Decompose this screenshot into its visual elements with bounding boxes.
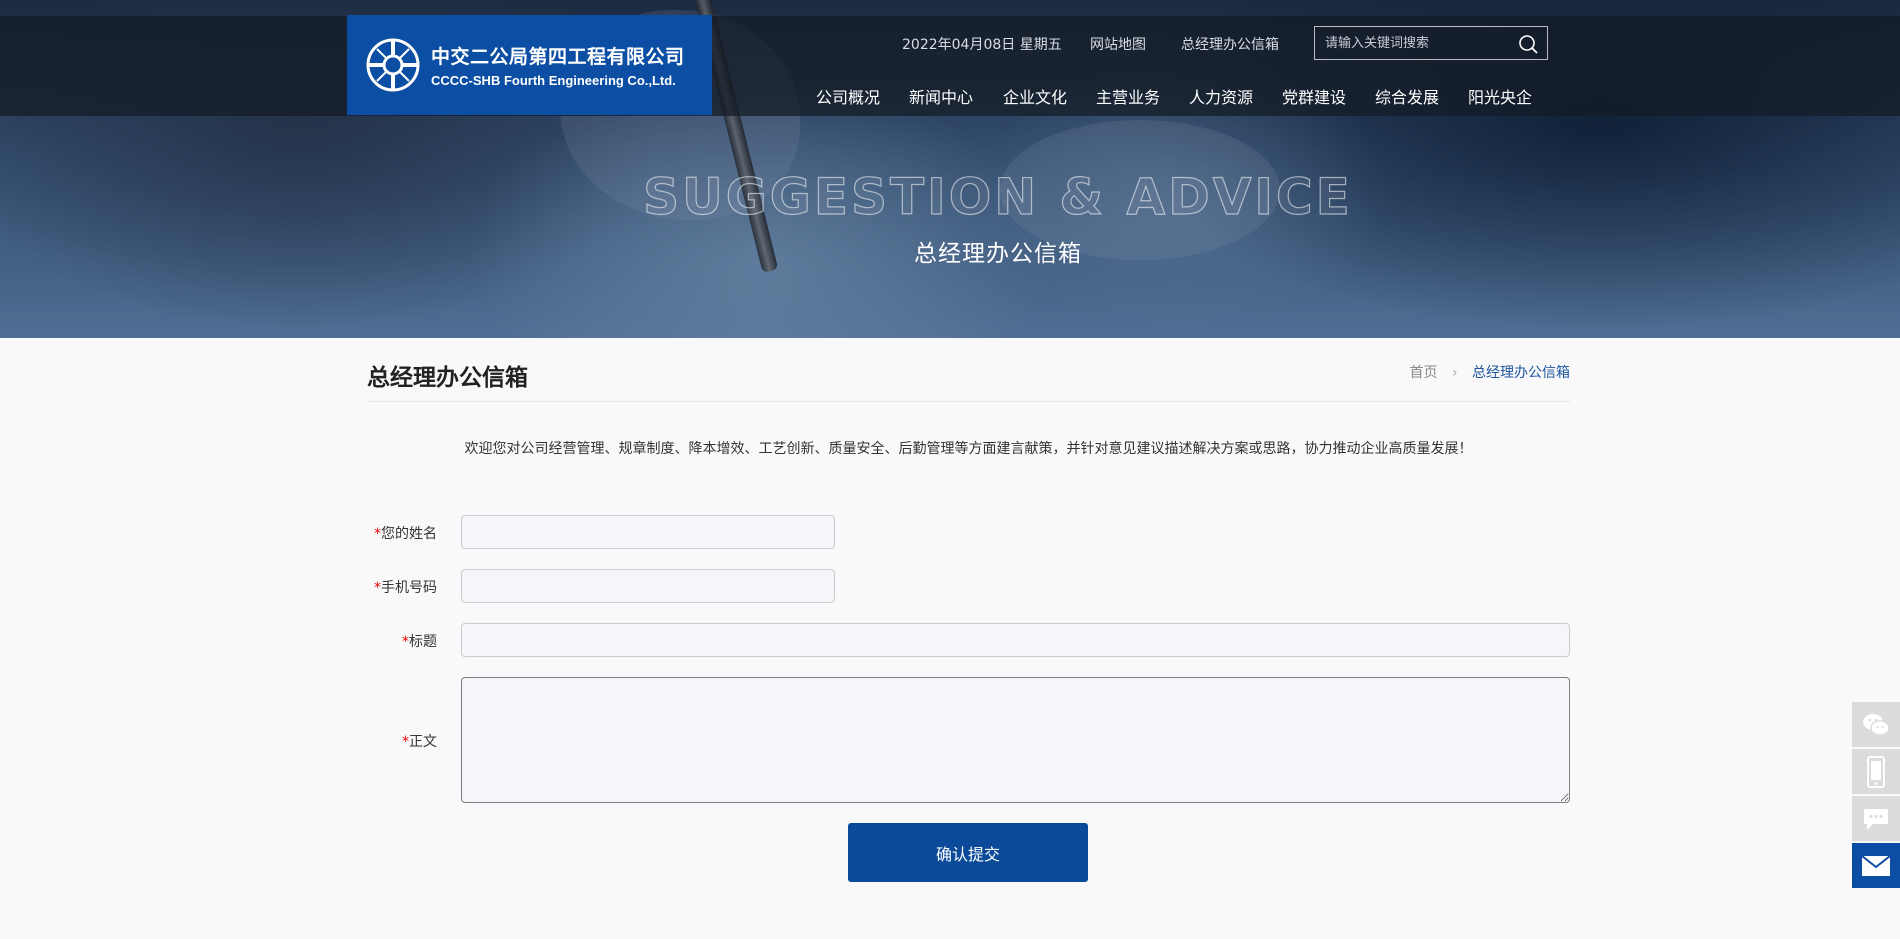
side-float-bar	[1852, 702, 1900, 890]
message-icon	[1864, 808, 1888, 830]
side-mail-button[interactable]	[1852, 843, 1900, 888]
body-textarea[interactable]	[461, 677, 1570, 803]
page-title: 总经理办公信箱	[367, 365, 528, 391]
search-icon[interactable]	[1517, 33, 1539, 55]
subject-label: *标题	[402, 634, 437, 650]
nav-item-main-business[interactable]: 主营业务	[1096, 84, 1160, 108]
banner-title-cn: 总经理办公信箱	[914, 241, 1082, 267]
name-field[interactable]	[461, 515, 835, 549]
phone-label: *手机号码	[374, 580, 437, 596]
nav-item-news-center[interactable]: 新闻中心	[909, 84, 973, 108]
side-mobile-button[interactable]	[1852, 749, 1900, 794]
breadcrumb-current: 总经理办公信箱	[1472, 365, 1570, 381]
subject-field[interactable]	[461, 623, 1570, 657]
body-label: *正文	[402, 734, 437, 750]
breadcrumb-chevron-icon: ›	[1451, 365, 1458, 381]
mobile-icon	[1867, 755, 1885, 788]
page-header: 总经理办公信箱 首页 › 总经理办公信箱	[367, 350, 1570, 402]
intro-text: 欢迎您对公司经营管理、规章制度、降本增效、工艺创新、质量安全、后勤管理等方面建言…	[464, 441, 1473, 457]
nav-item-human-resources[interactable]: 人力资源	[1189, 84, 1253, 108]
gm-mailbox-link[interactable]: 总经理办公信箱	[1181, 37, 1279, 53]
wechat-icon	[1863, 713, 1890, 736]
side-message-button[interactable]	[1852, 796, 1900, 841]
company-name-en: CCCC-SHB Fourth Engineering Co.,Ltd.	[431, 73, 676, 88]
sitemap-link[interactable]: 网站地图	[1090, 37, 1146, 53]
search-input[interactable]	[1315, 27, 1505, 59]
nav-item-corporate-culture[interactable]: 企业文化	[1003, 84, 1067, 108]
nav-item-sunshine-soe[interactable]: 阳光央企	[1468, 84, 1532, 108]
side-wechat-button[interactable]	[1852, 702, 1900, 747]
nav-item-company-overview[interactable]: 公司概况	[816, 84, 880, 108]
phone-field[interactable]	[461, 569, 835, 603]
company-logo[interactable]: 中交二公局第四工程有限公司 CCCC-SHB Fourth Engineerin…	[347, 15, 712, 115]
name-label: *您的姓名	[374, 526, 437, 542]
company-name-cn: 中交二公局第四工程有限公司	[431, 46, 685, 68]
breadcrumb: 首页 › 总经理办公信箱	[1409, 362, 1570, 382]
nav-item-comprehensive-development[interactable]: 综合发展	[1375, 84, 1439, 108]
nav-item-party-building[interactable]: 党群建设	[1282, 84, 1346, 108]
search-box	[1314, 26, 1548, 60]
submit-button[interactable]: 确认提交	[848, 823, 1088, 882]
mail-icon	[1861, 854, 1891, 876]
current-date: 2022年04月08日 星期五	[902, 37, 1062, 53]
breadcrumb-home-link[interactable]: 首页	[1409, 365, 1437, 381]
company-logo-icon	[366, 38, 420, 92]
banner-title-en: SUGGESTION & ADVICE	[643, 167, 1353, 226]
